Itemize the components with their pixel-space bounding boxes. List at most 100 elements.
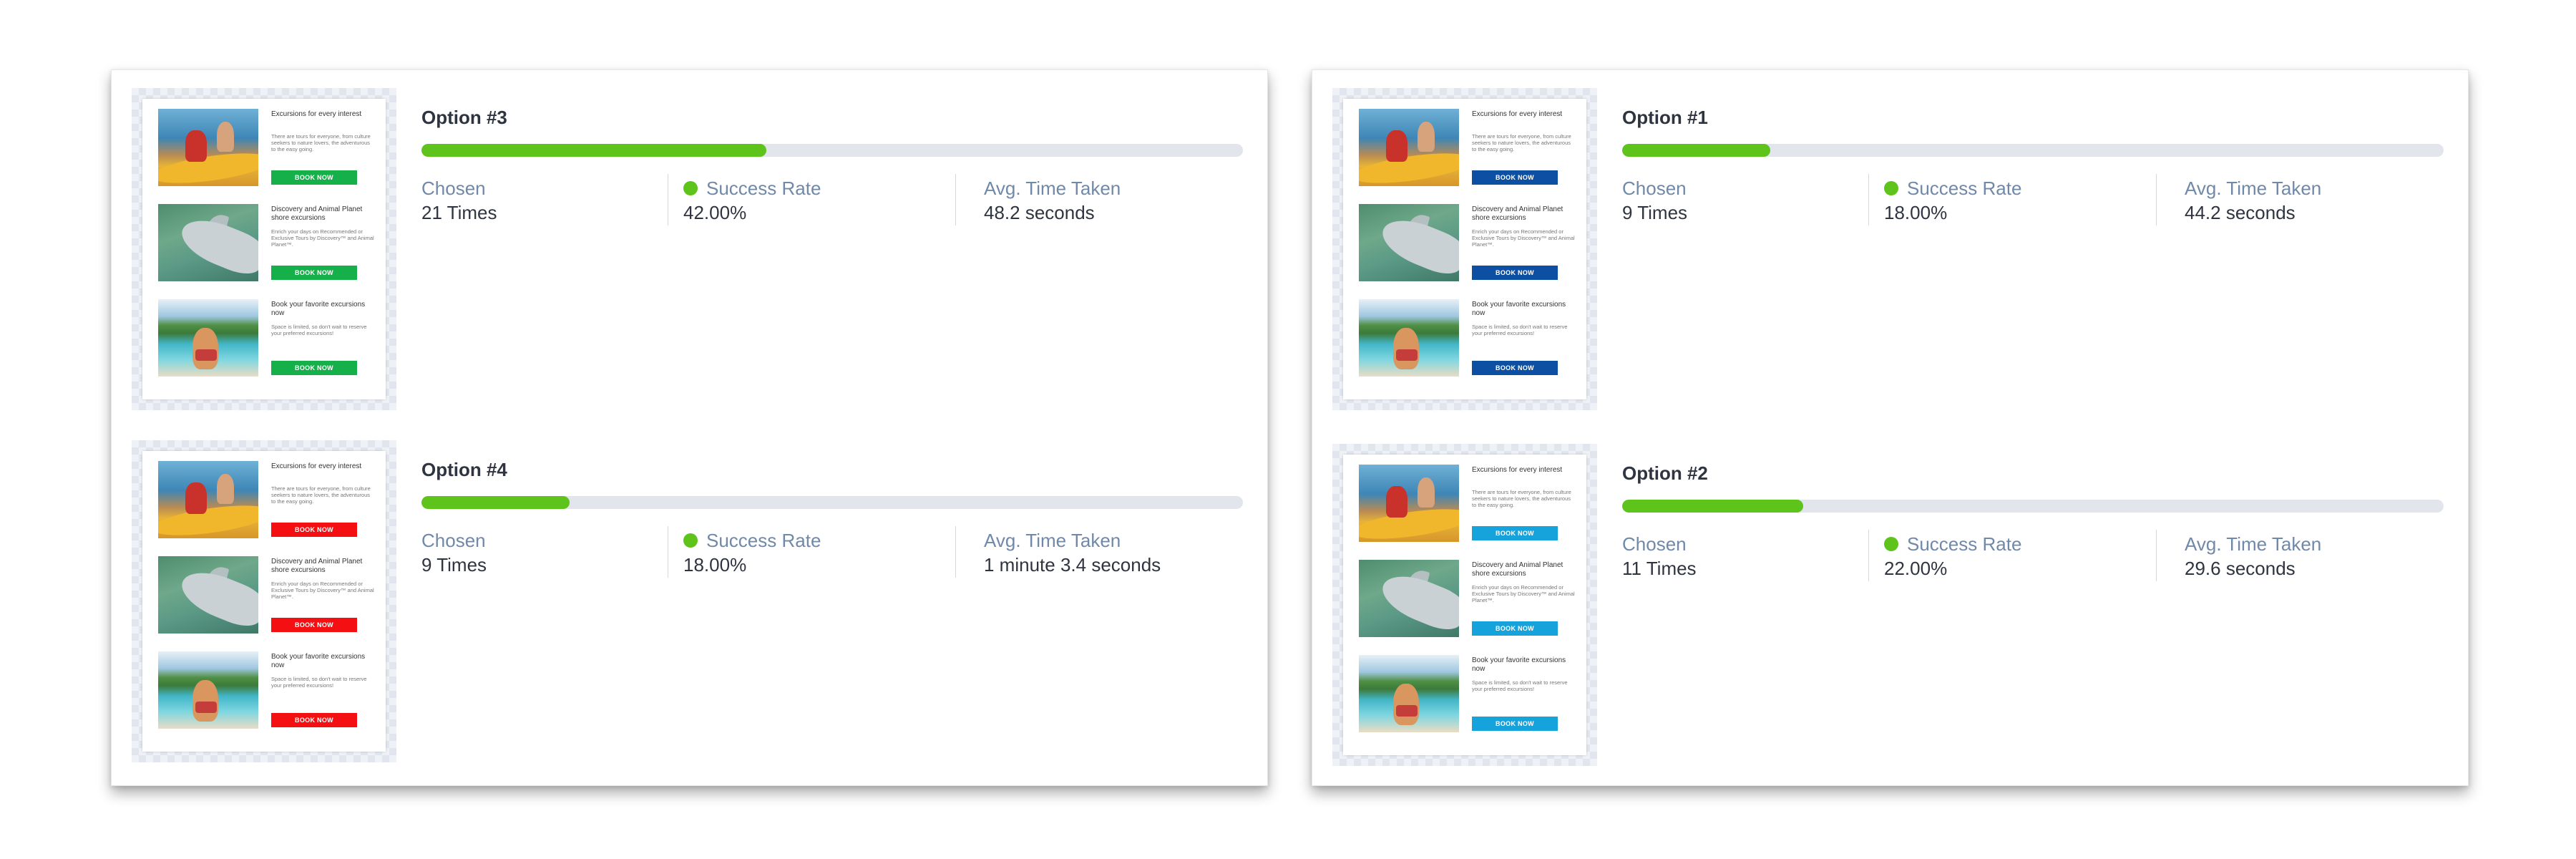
option-card[interactable]: Excursions for every interest There are … <box>1332 88 2449 410</box>
book-now-button: BOOK NOW <box>271 266 357 280</box>
dolphin-photo <box>158 556 258 634</box>
book-now-button: BOOK NOW <box>271 361 357 375</box>
success-rate-metric: Success Rate 18.00% <box>683 530 821 576</box>
chosen-label: Chosen <box>421 177 486 199</box>
book-now-button: BOOK NOW <box>1472 361 1558 375</box>
option-title: Option #1 <box>1622 107 1708 128</box>
book-now-button: BOOK NOW <box>1472 526 1558 540</box>
email-heading: Excursions for every interest <box>271 462 362 470</box>
success-dot-icon <box>1884 537 1898 551</box>
option-stats: Option #1 Chosen 9 Times Success Rate 18… <box>1622 88 2445 231</box>
chosen-value: 9 Times <box>1622 202 1688 223</box>
kayak-photo <box>158 461 258 538</box>
option-stats: Option #3 Chosen 21 Times Success Rate 4… <box>421 88 1244 231</box>
option-title: Option #4 <box>421 459 507 480</box>
email-thumbnail[interactable]: Excursions for every interest There are … <box>1332 88 1597 410</box>
book-now-button: BOOK NOW <box>1472 621 1558 636</box>
beach-photo <box>158 651 258 729</box>
kayak-photo <box>158 109 258 186</box>
avg-time-metric: Avg. Time Taken 1 minute 3.4 seconds <box>984 530 1161 576</box>
avg-time-label: Avg. Time Taken <box>984 529 1121 551</box>
email-preview: Excursions for every interest There are … <box>1343 455 1586 755</box>
option-stats: Option #4 Chosen 9 Times Success Rate 18… <box>421 440 1244 583</box>
email-heading: Book your favorite excursions now <box>271 653 366 669</box>
email-heading: Discovery and Animal Planet shore excurs… <box>1472 561 1563 578</box>
chosen-label: Chosen <box>1622 177 1687 199</box>
option-card[interactable]: Excursions for every interest There are … <box>1332 444 2449 766</box>
success-progress-bar <box>421 144 1243 157</box>
dolphin-photo <box>158 204 258 281</box>
email-row: Excursions for every interest There are … <box>158 461 376 545</box>
email-description: Space is limited, so don't wait to reser… <box>1472 679 1568 692</box>
email-preview: Excursions for every interest There are … <box>142 99 386 399</box>
email-description: There are tours for everyone, from cultu… <box>271 133 371 152</box>
email-description: There are tours for everyone, from cultu… <box>1472 489 1571 508</box>
email-description: Enrich your days on Recommended or Exclu… <box>1472 228 1575 248</box>
avg-time-metric: Avg. Time Taken 29.6 seconds <box>2185 533 2321 580</box>
email-heading: Discovery and Animal Planet shore excurs… <box>1472 205 1563 222</box>
email-description: There are tours for everyone, from cultu… <box>1472 133 1571 152</box>
avg-time-metric: Avg. Time Taken 48.2 seconds <box>984 178 1121 224</box>
option-title: Option #2 <box>1622 462 1708 484</box>
avg-time-label: Avg. Time Taken <box>984 177 1121 199</box>
email-thumbnail[interactable]: Excursions for every interest There are … <box>132 88 396 410</box>
email-row: Book your favorite excursions now Space … <box>158 299 376 384</box>
divider <box>955 526 956 578</box>
results-panel-left: Excursions for every interest There are … <box>111 69 1268 786</box>
beach-photo <box>1359 655 1459 732</box>
divider <box>1868 530 1869 581</box>
dolphin-photo <box>1359 560 1459 637</box>
success-rate-value: 18.00% <box>683 554 747 576</box>
email-description: Space is limited, so don't wait to reser… <box>271 676 367 689</box>
book-now-button: BOOK NOW <box>1472 717 1558 731</box>
email-row: Discovery and Animal Planet shore excurs… <box>158 204 376 288</box>
chosen-label: Chosen <box>1622 533 1687 555</box>
email-heading: Discovery and Animal Planet shore excurs… <box>271 205 363 222</box>
success-dot-icon <box>683 181 698 195</box>
avg-time-value: 29.6 seconds <box>2185 558 2296 579</box>
divider <box>955 174 956 225</box>
email-heading: Excursions for every interest <box>1472 110 1563 118</box>
email-heading: Discovery and Animal Planet shore excurs… <box>271 558 363 574</box>
success-rate-metric: Success Rate 18.00% <box>1884 178 2021 224</box>
success-rate-metric: Success Rate 42.00% <box>683 178 821 224</box>
divider <box>2156 530 2157 581</box>
option-card[interactable]: Excursions for every interest There are … <box>132 88 1248 410</box>
email-row: Book your favorite excursions now Space … <box>1359 299 1576 384</box>
option-stats: Option #2 Chosen 11 Times Success Rate 2… <box>1622 444 2445 587</box>
email-description: There are tours for everyone, from cultu… <box>271 485 371 505</box>
chosen-value: 9 Times <box>421 554 487 576</box>
email-heading: Book your favorite excursions now <box>1472 656 1566 673</box>
chosen-value: 21 Times <box>421 202 497 223</box>
chosen-label: Chosen <box>421 529 486 551</box>
book-now-button: BOOK NOW <box>271 170 357 185</box>
chosen-metric: Chosen 11 Times <box>1622 533 1697 580</box>
email-thumbnail[interactable]: Excursions for every interest There are … <box>132 440 396 762</box>
success-progress-bar <box>1622 500 2444 513</box>
avg-time-label: Avg. Time Taken <box>2185 177 2322 199</box>
beach-photo <box>158 299 258 377</box>
email-row: Discovery and Animal Planet shore excurs… <box>1359 204 1576 288</box>
avg-time-metric: Avg. Time Taken 44.2 seconds <box>2185 178 2321 224</box>
email-preview: Excursions for every interest There are … <box>1343 99 1586 399</box>
email-description: Enrich your days on Recommended or Exclu… <box>1472 584 1575 603</box>
divider <box>2156 174 2157 225</box>
email-row: Book your favorite excursions now Space … <box>1359 655 1576 739</box>
email-heading: Book your favorite excursions now <box>271 301 366 317</box>
email-description: Space is limited, so don't wait to reser… <box>1472 324 1568 336</box>
kayak-photo <box>1359 109 1459 186</box>
success-progress-bar <box>1622 144 2444 157</box>
avg-time-label: Avg. Time Taken <box>2185 533 2322 555</box>
email-preview: Excursions for every interest There are … <box>142 451 386 752</box>
email-heading: Book your favorite excursions now <box>1472 301 1566 317</box>
option-card[interactable]: Excursions for every interest There are … <box>132 440 1248 762</box>
email-description: Enrich your days on Recommended or Exclu… <box>271 581 374 600</box>
success-progress-fill <box>421 144 767 157</box>
success-dot-icon <box>1884 181 1898 195</box>
avg-time-value: 1 minute 3.4 seconds <box>984 554 1161 576</box>
email-thumbnail[interactable]: Excursions for every interest There are … <box>1332 444 1597 766</box>
success-dot-icon <box>683 533 698 548</box>
success-rate-label: Success Rate <box>1907 533 2022 555</box>
email-description: Space is limited, so don't wait to reser… <box>271 324 367 336</box>
book-now-button: BOOK NOW <box>271 618 357 632</box>
